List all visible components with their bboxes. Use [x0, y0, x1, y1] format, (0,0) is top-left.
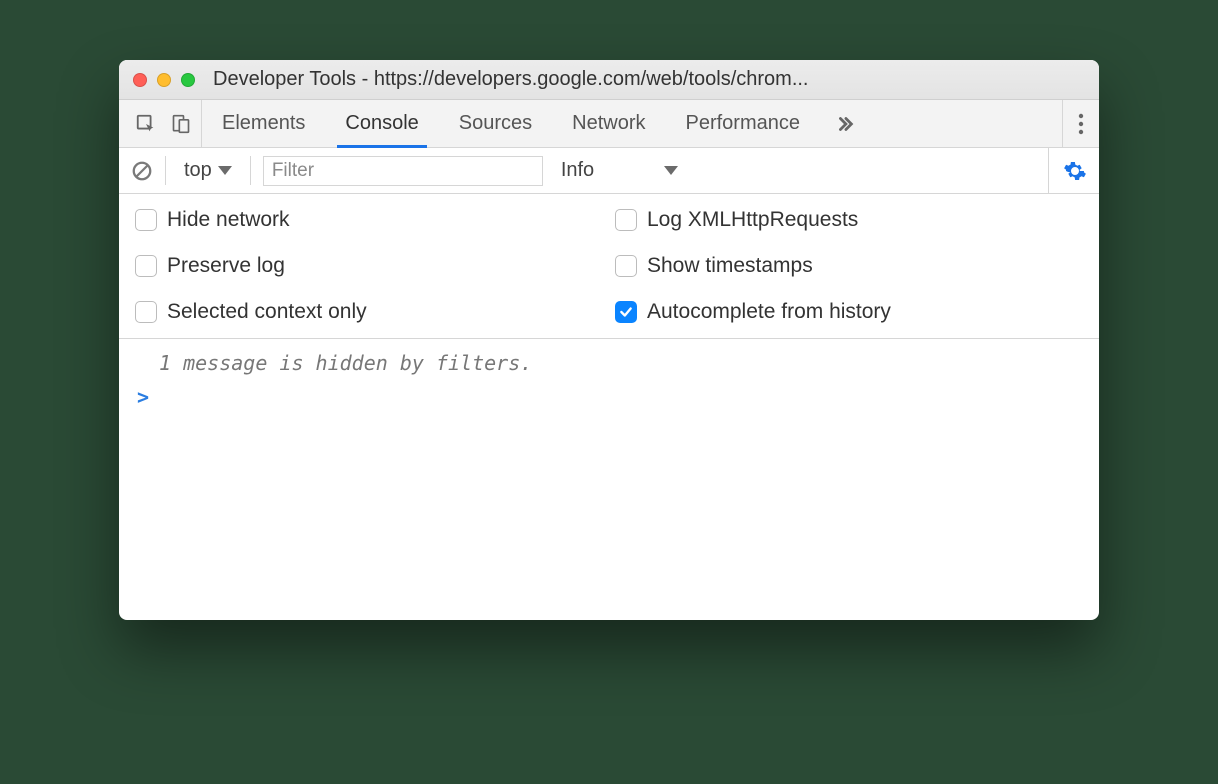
tab-list: Elements Console Sources Network Perform…: [202, 100, 820, 147]
checkbox-label: Preserve log: [167, 254, 285, 278]
kebab-menu-icon[interactable]: [1077, 112, 1085, 136]
device-toolbar-icon[interactable]: [171, 113, 191, 135]
checkbox-hide-network[interactable]: Hide network: [129, 208, 609, 232]
tab-label: Console: [345, 112, 418, 135]
inspect-element-icon[interactable]: [135, 113, 157, 135]
console-settings: Hide network Log XMLHttpRequests Preserv…: [119, 194, 1099, 339]
checkbox-label: Log XMLHttpRequests: [647, 208, 858, 232]
checkbox-show-timestamps[interactable]: Show timestamps: [609, 254, 1089, 278]
checkbox-preserve-log[interactable]: Preserve log: [129, 254, 609, 278]
tab-label: Performance: [686, 112, 801, 135]
console-output: 1 message is hidden by filters. >: [119, 339, 1099, 620]
tabs-overflow-button[interactable]: [820, 113, 870, 135]
tab-network[interactable]: Network: [552, 100, 665, 147]
clear-console-icon[interactable]: [131, 160, 153, 182]
divider: [250, 156, 251, 185]
tab-sources[interactable]: Sources: [439, 100, 552, 147]
close-window-button[interactable]: [133, 73, 147, 87]
checkbox-selected-context-only[interactable]: Selected context only: [129, 300, 609, 324]
tab-label: Sources: [459, 112, 532, 135]
settings-gear-icon[interactable]: [1063, 159, 1087, 183]
checkbox-label: Selected context only: [167, 300, 367, 324]
tab-performance[interactable]: Performance: [666, 100, 821, 147]
window-title: Developer Tools - https://developers.goo…: [213, 68, 1085, 91]
tabs-left-icons: [119, 100, 202, 147]
console-toolbar: top Info: [119, 148, 1099, 194]
checkbox-label: Autocomplete from history: [647, 300, 891, 324]
chevron-down-icon: [664, 166, 678, 175]
context-label: top: [184, 159, 212, 182]
tab-elements[interactable]: Elements: [202, 100, 325, 147]
filter-input[interactable]: [263, 156, 543, 186]
checkbox-autocomplete-history[interactable]: Autocomplete from history: [609, 300, 1089, 324]
filtered-messages-notice: 1 message is hidden by filters.: [119, 347, 1099, 379]
devtools-window: Developer Tools - https://developers.goo…: [119, 60, 1099, 620]
minimize-window-button[interactable]: [157, 73, 171, 87]
window-controls: [133, 73, 195, 87]
checkbox-label: Hide network: [167, 208, 290, 232]
log-level-selector[interactable]: Info: [551, 159, 688, 182]
tab-label: Elements: [222, 112, 305, 135]
console-prompt[interactable]: >: [119, 379, 1099, 409]
zoom-window-button[interactable]: [181, 73, 195, 87]
divider: [165, 156, 166, 185]
log-level-label: Info: [561, 159, 594, 182]
tabs-bar: Elements Console Sources Network Perform…: [119, 100, 1099, 148]
prompt-chevron-icon: >: [137, 385, 149, 409]
tab-console[interactable]: Console: [325, 100, 438, 147]
checkbox-label: Show timestamps: [647, 254, 813, 278]
tabs-menu: [1062, 100, 1099, 147]
chevron-down-icon: [218, 166, 232, 175]
titlebar: Developer Tools - https://developers.goo…: [119, 60, 1099, 100]
tab-label: Network: [572, 112, 645, 135]
context-selector[interactable]: top: [178, 159, 238, 182]
checkbox-log-xhr[interactable]: Log XMLHttpRequests: [609, 208, 1089, 232]
